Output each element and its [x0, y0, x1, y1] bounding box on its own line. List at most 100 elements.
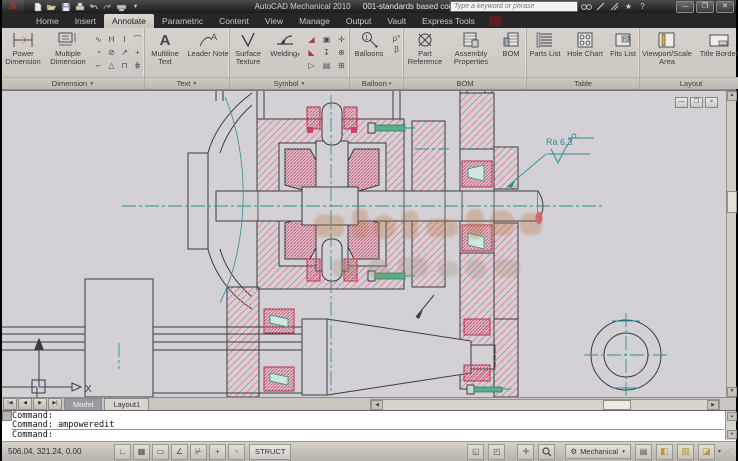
command-scroll-up-icon[interactable]: ▲	[727, 412, 737, 421]
command-window-grip[interactable]	[2, 411, 12, 421]
symbol-mini-icon[interactable]: ◣	[304, 46, 319, 59]
dimension-mini-icon[interactable]: H	[105, 33, 118, 46]
help-icon[interactable]: ?	[637, 2, 648, 12]
undo-icon[interactable]	[88, 2, 99, 12]
panel-label-dimension[interactable]: Dimension▼	[2, 77, 144, 89]
command-prompt-line[interactable]: Command:	[12, 429, 724, 440]
dimension-mini-icon[interactable]: ⊓	[118, 59, 131, 72]
drawing-canvas[interactable]: Ra 6.3 X	[2, 91, 726, 397]
welding-button[interactable]: Welding▾	[268, 30, 302, 59]
otrack-toggle-button[interactable]: +	[209, 444, 226, 460]
zoom-icon[interactable]	[538, 444, 555, 460]
tab-vault[interactable]: Vault	[379, 14, 414, 28]
close-button[interactable]: ✕	[716, 1, 734, 13]
prev-sheet-icon[interactable]: ◀	[18, 398, 32, 410]
ribbon-options-icon[interactable]	[489, 16, 501, 26]
parts-list-button[interactable]: Parts List	[527, 30, 563, 58]
symbol-mini-icon[interactable]: ⊞	[334, 59, 349, 72]
part-reference-button[interactable]: Part Reference	[404, 30, 446, 66]
power-dimension-button[interactable]: Power Dimension	[2, 30, 44, 66]
symbol-mini-icon[interactable]: ⊕	[334, 46, 349, 59]
dyn-toggle-button[interactable]: ▫	[228, 444, 245, 460]
doc-restore-icon[interactable]: ❐	[690, 97, 703, 108]
scroll-up-icon[interactable]: ▲	[727, 91, 737, 101]
minimize-button[interactable]: —	[676, 1, 694, 13]
panel-label-table[interactable]: Table	[527, 77, 639, 89]
autoscale-icon[interactable]: ◪	[698, 444, 715, 460]
vertical-scrollbar[interactable]: ▲ ▼	[726, 91, 736, 397]
tab-model[interactable]: Model	[64, 398, 102, 410]
communication-center-icon[interactable]	[595, 2, 606, 12]
app-menu-button[interactable]: A	[2, 0, 24, 13]
symbol-mini-icon[interactable]: ◢	[304, 33, 319, 46]
scroll-down-icon[interactable]: ▼	[727, 387, 737, 397]
pan-icon[interactable]: ✛	[517, 444, 534, 460]
fits-list-button[interactable]: H7 Fits List	[607, 30, 639, 58]
favorites-star-icon[interactable]: ★	[623, 2, 634, 12]
panel-label-symbol[interactable]: Symbol▼	[230, 77, 349, 89]
tab-view[interactable]: View	[257, 14, 291, 28]
annotation-scale-icon[interactable]: ◧	[656, 444, 673, 460]
symbol-mini-icon[interactable]: ▣	[319, 33, 334, 46]
first-sheet-icon[interactable]: |◀	[3, 398, 17, 410]
multiline-text-button[interactable]: A Multiline Text	[145, 30, 185, 66]
open-icon[interactable]	[46, 2, 57, 12]
doc-minimize-icon[interactable]: —	[675, 97, 688, 108]
command-window[interactable]: Command:Command: ampoweredit Command: ▲ …	[2, 410, 736, 441]
tab-layout1[interactable]: Layout1	[104, 398, 149, 410]
osnap-toggle-button[interactable]: ⊬	[190, 444, 207, 460]
subscription-icon[interactable]	[609, 2, 620, 12]
doc-close-icon[interactable]: ×	[705, 97, 718, 108]
leader-note-button[interactable]: A Leader Note	[187, 30, 229, 58]
symbol-mini-icon[interactable]: ↧	[319, 46, 334, 59]
dimension-mini-icon[interactable]: +	[131, 46, 144, 59]
viewport-scale-area-button[interactable]: Viewport/Scale Area	[640, 30, 694, 66]
horizontal-scroll-thumb[interactable]	[603, 400, 631, 410]
scroll-right-icon[interactable]: ▶	[707, 400, 719, 410]
dimension-mini-icon[interactable]: ◔	[92, 46, 105, 59]
last-sheet-icon[interactable]: ▶|	[48, 398, 62, 410]
command-scrollbar[interactable]: ▲ ▼	[725, 411, 736, 440]
panel-label-text[interactable]: Text▼	[145, 77, 229, 89]
tab-parametric[interactable]: Parametric	[154, 14, 211, 28]
surface-texture-button[interactable]: Surface Texture	[230, 30, 266, 66]
symbol-mini-icon[interactable]: ✛	[334, 33, 349, 46]
search-input[interactable]	[450, 1, 578, 12]
symbol-mini-icon[interactable]: ▷	[304, 59, 319, 72]
ortho-toggle-button[interactable]: ▭	[152, 444, 169, 460]
struct-layer-button[interactable]: STRUCT	[249, 444, 291, 460]
dimension-mini-icon[interactable]: ⌒	[131, 33, 144, 46]
dimension-mini-icon[interactable]: △	[105, 59, 118, 72]
balloon-mini-icon[interactable]: ρ°	[390, 34, 403, 43]
multiple-dimension-button[interactable]: Multiple Dimension	[46, 30, 90, 66]
print-icon[interactable]	[116, 2, 127, 12]
tab-annotate[interactable]: Annotate	[104, 14, 154, 28]
tab-manage[interactable]: Manage	[291, 14, 338, 28]
title-border-button[interactable]: Title Border	[696, 30, 738, 58]
search-binoculars-icon[interactable]	[581, 2, 592, 12]
resize-grip[interactable]: ⋰	[724, 447, 733, 456]
tab-insert[interactable]: Insert	[67, 14, 104, 28]
plot-icon[interactable]	[74, 2, 85, 12]
dimension-mini-icon[interactable]: ⊘	[105, 46, 118, 59]
model-space-icon[interactable]: ◱	[467, 444, 484, 460]
bom-button[interactable]: BOM	[496, 30, 526, 58]
balloons-button[interactable]: 1 Balloons	[350, 30, 388, 58]
status-menu-icon[interactable]: ▼	[717, 449, 722, 455]
polar-toggle-button[interactable]: ∠	[171, 444, 188, 460]
command-scroll-down-icon[interactable]: ▼	[727, 430, 737, 439]
tab-express-tools[interactable]: Express Tools	[414, 14, 483, 28]
hole-chart-button[interactable]: Hole Chart	[565, 30, 605, 58]
grid-toggle-button[interactable]: ▦	[133, 444, 150, 460]
restore-button[interactable]: ❐	[696, 1, 714, 13]
redo-icon[interactable]	[102, 2, 113, 12]
scroll-left-icon[interactable]: ◀	[371, 400, 383, 410]
layout-space-icon[interactable]: ◰	[488, 444, 505, 460]
dimension-mini-icon[interactable]: ↗	[118, 46, 131, 59]
vertical-scroll-thumb[interactable]	[727, 191, 737, 213]
coordinate-readout[interactable]: 506.04, 321.24, 0.00	[2, 447, 112, 456]
new-icon[interactable]	[32, 2, 43, 12]
save-icon[interactable]	[60, 2, 71, 12]
symbol-mini-icon[interactable]: ▤	[319, 59, 334, 72]
panel-label-layout[interactable]: Layout	[640, 77, 738, 89]
